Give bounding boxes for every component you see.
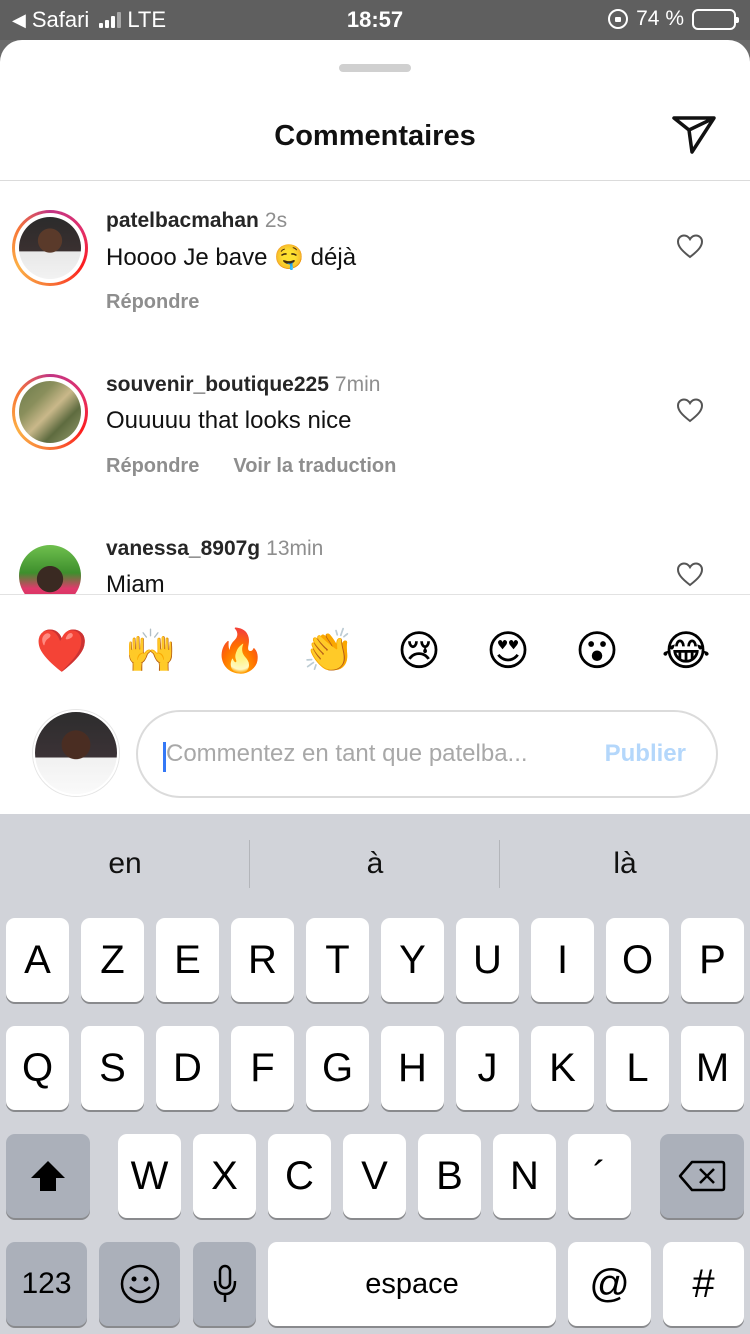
key-j[interactable]: J [456, 1026, 519, 1110]
status-bar: ◀ Safari LTE 18:57 74 % [0, 0, 750, 40]
key-m[interactable]: M [681, 1026, 744, 1110]
emoji-raised-hands[interactable]: 🙌 [123, 626, 179, 676]
key-p[interactable]: P [681, 918, 744, 1002]
suggestion-2[interactable]: à [250, 814, 500, 914]
heart-icon[interactable] [676, 397, 704, 423]
key-a[interactable]: A [6, 918, 69, 1002]
key-k[interactable]: K [531, 1026, 594, 1110]
key-h[interactable]: H [381, 1026, 444, 1110]
key-x[interactable]: X [193, 1134, 256, 1218]
shift-arrow-icon [31, 1161, 65, 1191]
key-c[interactable]: C [268, 1134, 331, 1218]
key-u[interactable]: U [456, 918, 519, 1002]
emoji-laughing[interactable]: 😂 [658, 626, 714, 676]
comment-username[interactable]: souvenir_boutique225 [106, 373, 329, 396]
hash-key[interactable]: # [663, 1242, 744, 1326]
key-b[interactable]: B [418, 1134, 481, 1218]
key-acute-accent[interactable]: ´ [568, 1134, 631, 1218]
translate-button[interactable]: Voir la traduction [233, 455, 396, 478]
comment-actions: Répondre [106, 291, 199, 314]
comment-text: Miam [106, 571, 165, 594]
key-i[interactable]: I [531, 918, 594, 1002]
key-f[interactable]: F [231, 1026, 294, 1110]
at-key[interactable]: @ [568, 1242, 651, 1326]
composer-avatar [33, 710, 119, 796]
key-l[interactable]: L [606, 1026, 669, 1110]
comment-item: patelbacmahan 2s Hoooo Je bave 🤤 déjà Rép… [0, 181, 750, 341]
key-q[interactable]: Q [6, 1026, 69, 1110]
avatar[interactable] [12, 538, 88, 594]
dictation-key[interactable] [193, 1242, 256, 1326]
key-r[interactable]: R [231, 918, 294, 1002]
comment-time: 2s [264, 209, 288, 232]
key-z[interactable]: Z [81, 918, 144, 1002]
key-s[interactable]: S [81, 1026, 144, 1110]
suggestion-1[interactable]: en [0, 814, 250, 914]
key-g[interactable]: G [306, 1026, 369, 1110]
avatar[interactable] [12, 374, 88, 450]
comment-meta: patelbacmahan 2s [106, 209, 287, 233]
key-o[interactable]: O [606, 918, 669, 1002]
keyboard: en à là A Z E R T Y U I O P Q S D F G H … [0, 814, 750, 1334]
key-e[interactable]: E [156, 918, 219, 1002]
comment-time: 7min [334, 373, 381, 396]
shift-key[interactable] [6, 1134, 90, 1218]
comments-list[interactable]: patelbacmahan 2s Hoooo Je bave 🤤 déjà Rép… [0, 181, 750, 594]
rotation-lock-icon [608, 9, 629, 29]
emoji-face-icon [120, 1264, 159, 1304]
emoji-crying[interactable]: 😢 [391, 626, 447, 676]
emoji-clapping[interactable]: 👏 [301, 626, 357, 676]
reply-button[interactable]: Répondre [106, 455, 199, 478]
key-n[interactable]: N [493, 1134, 556, 1218]
heart-icon[interactable] [676, 561, 704, 587]
comment-meta: vanessa_8907g 13min [106, 537, 323, 561]
comment-actions: Répondre Voir la traduction [106, 455, 396, 478]
backspace-key[interactable] [660, 1134, 744, 1218]
suggestion-3[interactable]: là [500, 814, 750, 914]
emoji-divider [0, 594, 750, 595]
emoji-surprised[interactable]: 😮 [569, 626, 625, 676]
comment-meta: souvenir_boutique225 7min [106, 373, 380, 397]
comment-item: souvenir_boutique225 7min Ouuuuu that loo… [0, 345, 750, 505]
comment-text: Ouuuuu that looks nice [106, 407, 352, 434]
status-right: 74 % [608, 7, 739, 31]
comment-time: 13min [266, 537, 324, 560]
comment-input-placeholder: Commentez en tant que patelba... [166, 740, 528, 767]
comment-input[interactable]: Commentez en tant que patelba... Publier [136, 710, 718, 798]
comment-username[interactable]: patelbacmahan [106, 209, 259, 232]
emoji-reaction-bar: ❤️ 🙌 🔥 👏 😢 😍 😮 😂 [0, 626, 750, 676]
emoji-heart-eyes[interactable]: 😍 [480, 626, 536, 676]
sheet-title: Commentaires [274, 120, 476, 152]
key-t[interactable]: T [306, 918, 369, 1002]
battery-percent: 74 % [636, 7, 684, 30]
key-d[interactable]: D [156, 1026, 219, 1110]
heart-icon[interactable] [676, 233, 704, 259]
battery-icon [692, 8, 739, 30]
microphone-icon [213, 1264, 236, 1302]
share-icon[interactable] [670, 112, 718, 156]
emoji-fire[interactable]: 🔥 [212, 626, 268, 676]
comment-text: Hoooo Je bave 🤤 déjà [106, 244, 357, 271]
emoji-keyboard-key[interactable] [99, 1242, 180, 1326]
space-key[interactable]: espace [268, 1242, 556, 1326]
sheet-grabber[interactable] [339, 64, 411, 72]
numbers-key[interactable]: 123 [6, 1242, 87, 1326]
reply-button[interactable]: Répondre [106, 291, 199, 314]
avatar[interactable] [12, 210, 88, 286]
emoji-heart[interactable]: ❤️ [34, 626, 90, 676]
publish-button[interactable]: Publier [605, 740, 686, 768]
backspace-icon [678, 1160, 726, 1192]
comment-item: vanessa_8907g 13min Miam [0, 509, 750, 594]
key-v[interactable]: V [343, 1134, 406, 1218]
key-y[interactable]: Y [381, 918, 444, 1002]
comment-username[interactable]: vanessa_8907g [106, 537, 260, 560]
key-w[interactable]: W [118, 1134, 181, 1218]
